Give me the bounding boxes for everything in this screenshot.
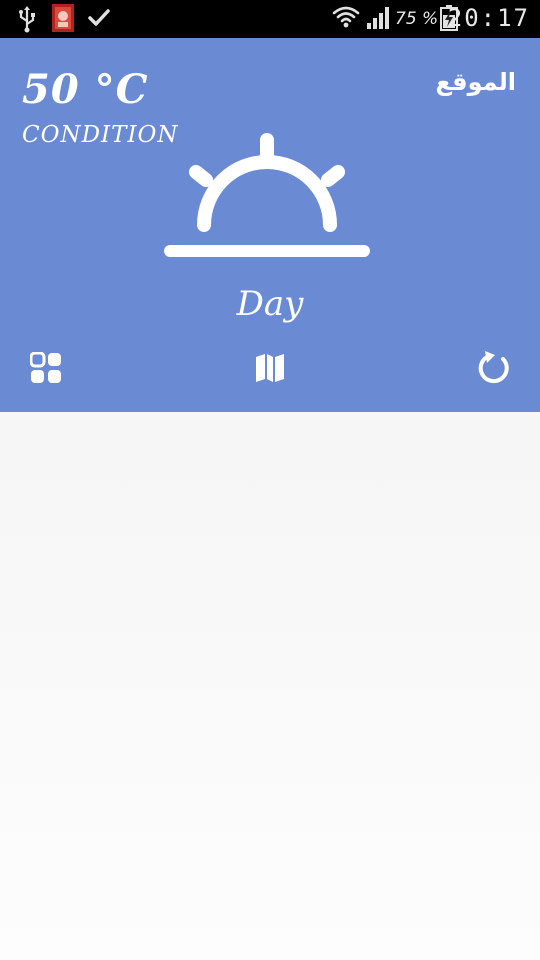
refresh-icon	[476, 350, 512, 390]
grid-button[interactable]	[24, 348, 68, 392]
wifi-icon	[332, 4, 360, 34]
status-bar: 75 % 20:17	[0, 0, 540, 38]
app-notification-icon	[52, 4, 74, 36]
condition-label: CONDITION	[22, 122, 179, 148]
sunrise-icon	[160, 130, 376, 262]
temperature: 50 °C	[22, 66, 149, 113]
usb-icon	[16, 5, 38, 37]
grid-icon	[29, 351, 62, 388]
clock: 20:17	[447, 4, 530, 32]
location-label[interactable]: الموقع	[436, 68, 516, 96]
weather-header: 50 °C CONDITION الموقع Day	[0, 38, 540, 412]
map-icon	[254, 352, 286, 388]
day-period-label: Day	[236, 284, 304, 324]
content-area	[0, 412, 540, 960]
map-button[interactable]	[248, 348, 292, 392]
check-icon	[88, 8, 110, 32]
signal-icon	[366, 6, 392, 34]
battery-percentage: 75 %	[395, 9, 439, 29]
refresh-button[interactable]	[472, 348, 516, 392]
